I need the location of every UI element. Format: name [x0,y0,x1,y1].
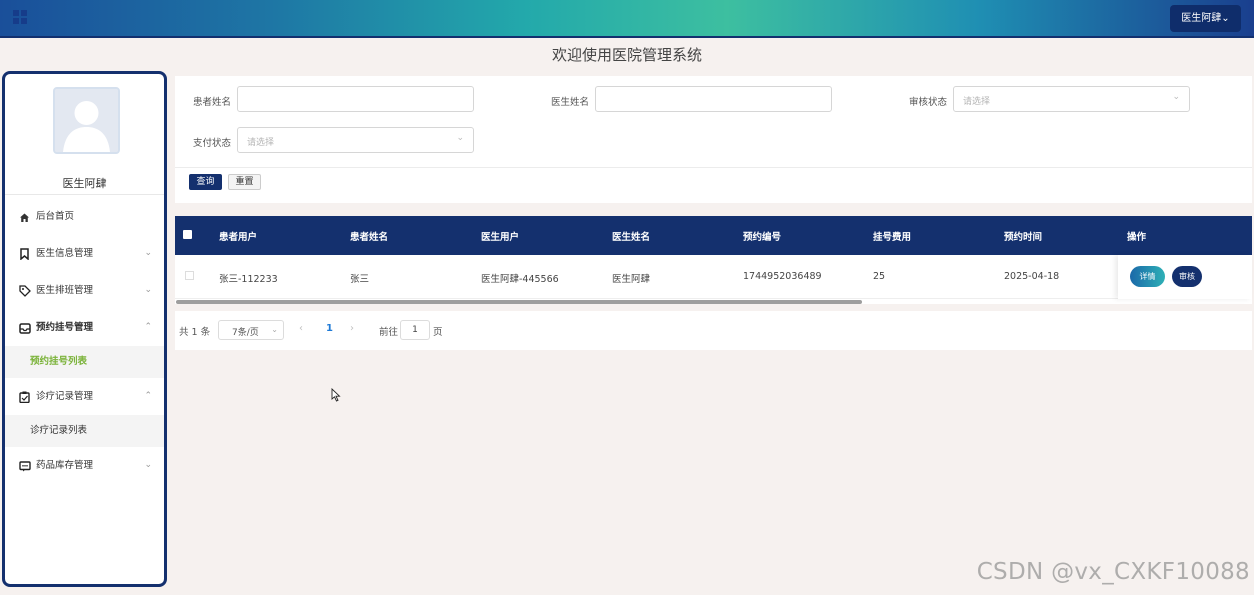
search-divider [175,167,1252,168]
cell-actions: 详情 审核 [1118,255,1252,299]
horizontal-scrollbar[interactable] [176,300,862,304]
patient-name-input[interactable] [237,86,474,112]
chevron-up-icon: ⌃ [144,322,152,332]
goto-page-input[interactable]: 1 [400,320,430,340]
column-header: 操作 [1127,232,1147,243]
clipboard-icon [19,378,31,415]
prev-page-icon[interactable]: ‹ [299,323,303,334]
column-header: 预约时间 [1004,232,1043,243]
sidebar-item-label: 医生排班管理 [36,285,94,296]
sidebar-item-label: 医生信息管理 [36,248,94,259]
sidebar: 医生阿肆 后台首页 医生信息管理 ⌄ 医生排班管理 ⌄ 预约挂号管理 ⌃ 预约挂… [2,71,167,587]
grid-menu-icon[interactable] [13,10,27,24]
column-header: 患者用户 [219,232,258,243]
page-size-select[interactable]: 7条/页 ⌄ [218,320,284,340]
pagination: 共 1 条 7条/页 ⌄ ‹ 1 › 前往 1 页 [175,311,1252,350]
audit-status-placeholder: 请选择 [963,97,991,107]
pagination-total: 共 1 条 [179,327,211,338]
page-title: 欢迎使用医院管理系统 [551,46,702,64]
detail-button[interactable]: 详情 [1130,266,1165,287]
sidebar-user-name: 医生阿肆 [62,177,107,190]
goto-label: 前往 [379,327,399,338]
row-checkbox[interactable] [185,271,194,280]
top-bar: 医生阿肆⌄ [0,0,1254,38]
doctor-name-label: 医生姓名 [551,97,590,108]
cell-patient-user: 张三-112233 [219,274,278,285]
inbox-icon [19,309,31,346]
page-size-value: 7条/页 [232,328,259,338]
next-page-icon[interactable]: › [350,323,354,334]
tag-icon [19,272,31,309]
message-icon [19,447,31,484]
avatar [53,87,120,154]
user-menu-label: 医生阿肆 [1181,13,1222,24]
bookmark-icon [19,235,31,272]
sidebar-item-label: 诊疗记录管理 [36,391,94,402]
pay-status-select[interactable]: 请选择 ⌄ [237,127,474,153]
page-suffix-label: 页 [433,327,443,338]
cell-patient-name: 张三 [350,274,370,285]
query-button[interactable]: 查询 [189,174,222,190]
cell-fee: 25 [873,271,886,282]
sidebar-item-doctor-info[interactable]: 医生信息管理 ⌄ [5,235,164,272]
cell-doctor-user: 医生阿肆-445566 [481,274,559,285]
user-menu-button[interactable]: 医生阿肆⌄ [1170,5,1241,32]
pay-status-label: 支付状态 [193,138,232,149]
cell-doctor-name: 医生阿肆 [612,274,651,285]
sidebar-item-label: 预约挂号管理 [36,322,94,333]
chevron-down-icon: ⌄ [456,133,464,143]
sidebar-item-label: 药品库存管理 [36,460,94,471]
page-number-current[interactable]: 1 [326,323,333,334]
sidebar-item-drug-inventory[interactable]: 药品库存管理 ⌄ [5,447,164,484]
sidebar-item-label: 后台首页 [36,211,75,222]
column-header: 挂号费用 [873,232,912,243]
sidebar-divider [5,194,164,195]
appointment-table: 患者用户 患者姓名 医生用户 医生姓名 预约编号 挂号费用 预约时间 操作 张三… [175,216,1252,304]
chevron-down-icon: ⌄ [144,285,152,295]
sidebar-item-doctor-schedule[interactable]: 医生排班管理 ⌄ [5,272,164,309]
column-header: 医生用户 [481,232,520,243]
column-header: 患者姓名 [350,232,389,243]
sidebar-item-appointment[interactable]: 预约挂号管理 ⌃ [5,309,164,346]
select-all-checkbox[interactable] [183,230,192,239]
column-header: 预约编号 [743,232,782,243]
patient-name-label: 患者姓名 [193,97,232,108]
table-header: 患者用户 患者姓名 医生用户 医生姓名 预约编号 挂号费用 预约时间 操作 [175,216,1252,255]
column-header: 医生姓名 [612,232,651,243]
sidebar-item-home[interactable]: 后台首页 [5,198,164,235]
chevron-down-icon: ⌄ [144,460,152,470]
chevron-down-icon: ⌄ [1172,92,1180,102]
pay-status-placeholder: 请选择 [247,138,275,148]
chevron-down-icon: ⌄ [144,248,152,258]
cell-appointment-time: 2025-04-18 [1004,271,1060,282]
audit-status-select[interactable]: 请选择 ⌄ [953,86,1190,112]
mouse-cursor-icon [331,388,341,402]
cell-appointment-no: 1744952036489 [743,271,822,282]
watermark: CSDN @vx_CXKF10088 [976,559,1250,585]
audit-status-label: 审核状态 [909,97,948,108]
search-panel: 患者姓名 医生姓名 审核状态 请选择 ⌄ 支付状态 请选择 ⌄ 查询 重置 [175,76,1252,203]
chevron-down-icon: ⌄ [271,325,278,334]
doctor-name-input[interactable] [595,86,832,112]
sidebar-item-treatment-records[interactable]: 诊疗记录管理 ⌃ [5,378,164,415]
chevron-up-icon: ⌃ [144,391,152,401]
user-avatar-icon [55,89,118,152]
sidebar-subitem-appointment-list[interactable]: 预约挂号列表 [5,346,164,378]
reset-button[interactable]: 重置 [228,174,261,190]
table-row: 张三-112233 张三 医生阿肆-445566 医生阿肆 1744952036… [175,255,1252,299]
chevron-down-icon: ⌄ [1221,13,1230,24]
sidebar-menu: 后台首页 医生信息管理 ⌄ 医生排班管理 ⌄ 预约挂号管理 ⌃ 预约挂号列表 诊… [5,198,164,484]
home-icon [19,198,31,235]
sidebar-subitem-treatment-list[interactable]: 诊疗记录列表 [5,415,164,447]
audit-button[interactable]: 审核 [1172,266,1202,287]
